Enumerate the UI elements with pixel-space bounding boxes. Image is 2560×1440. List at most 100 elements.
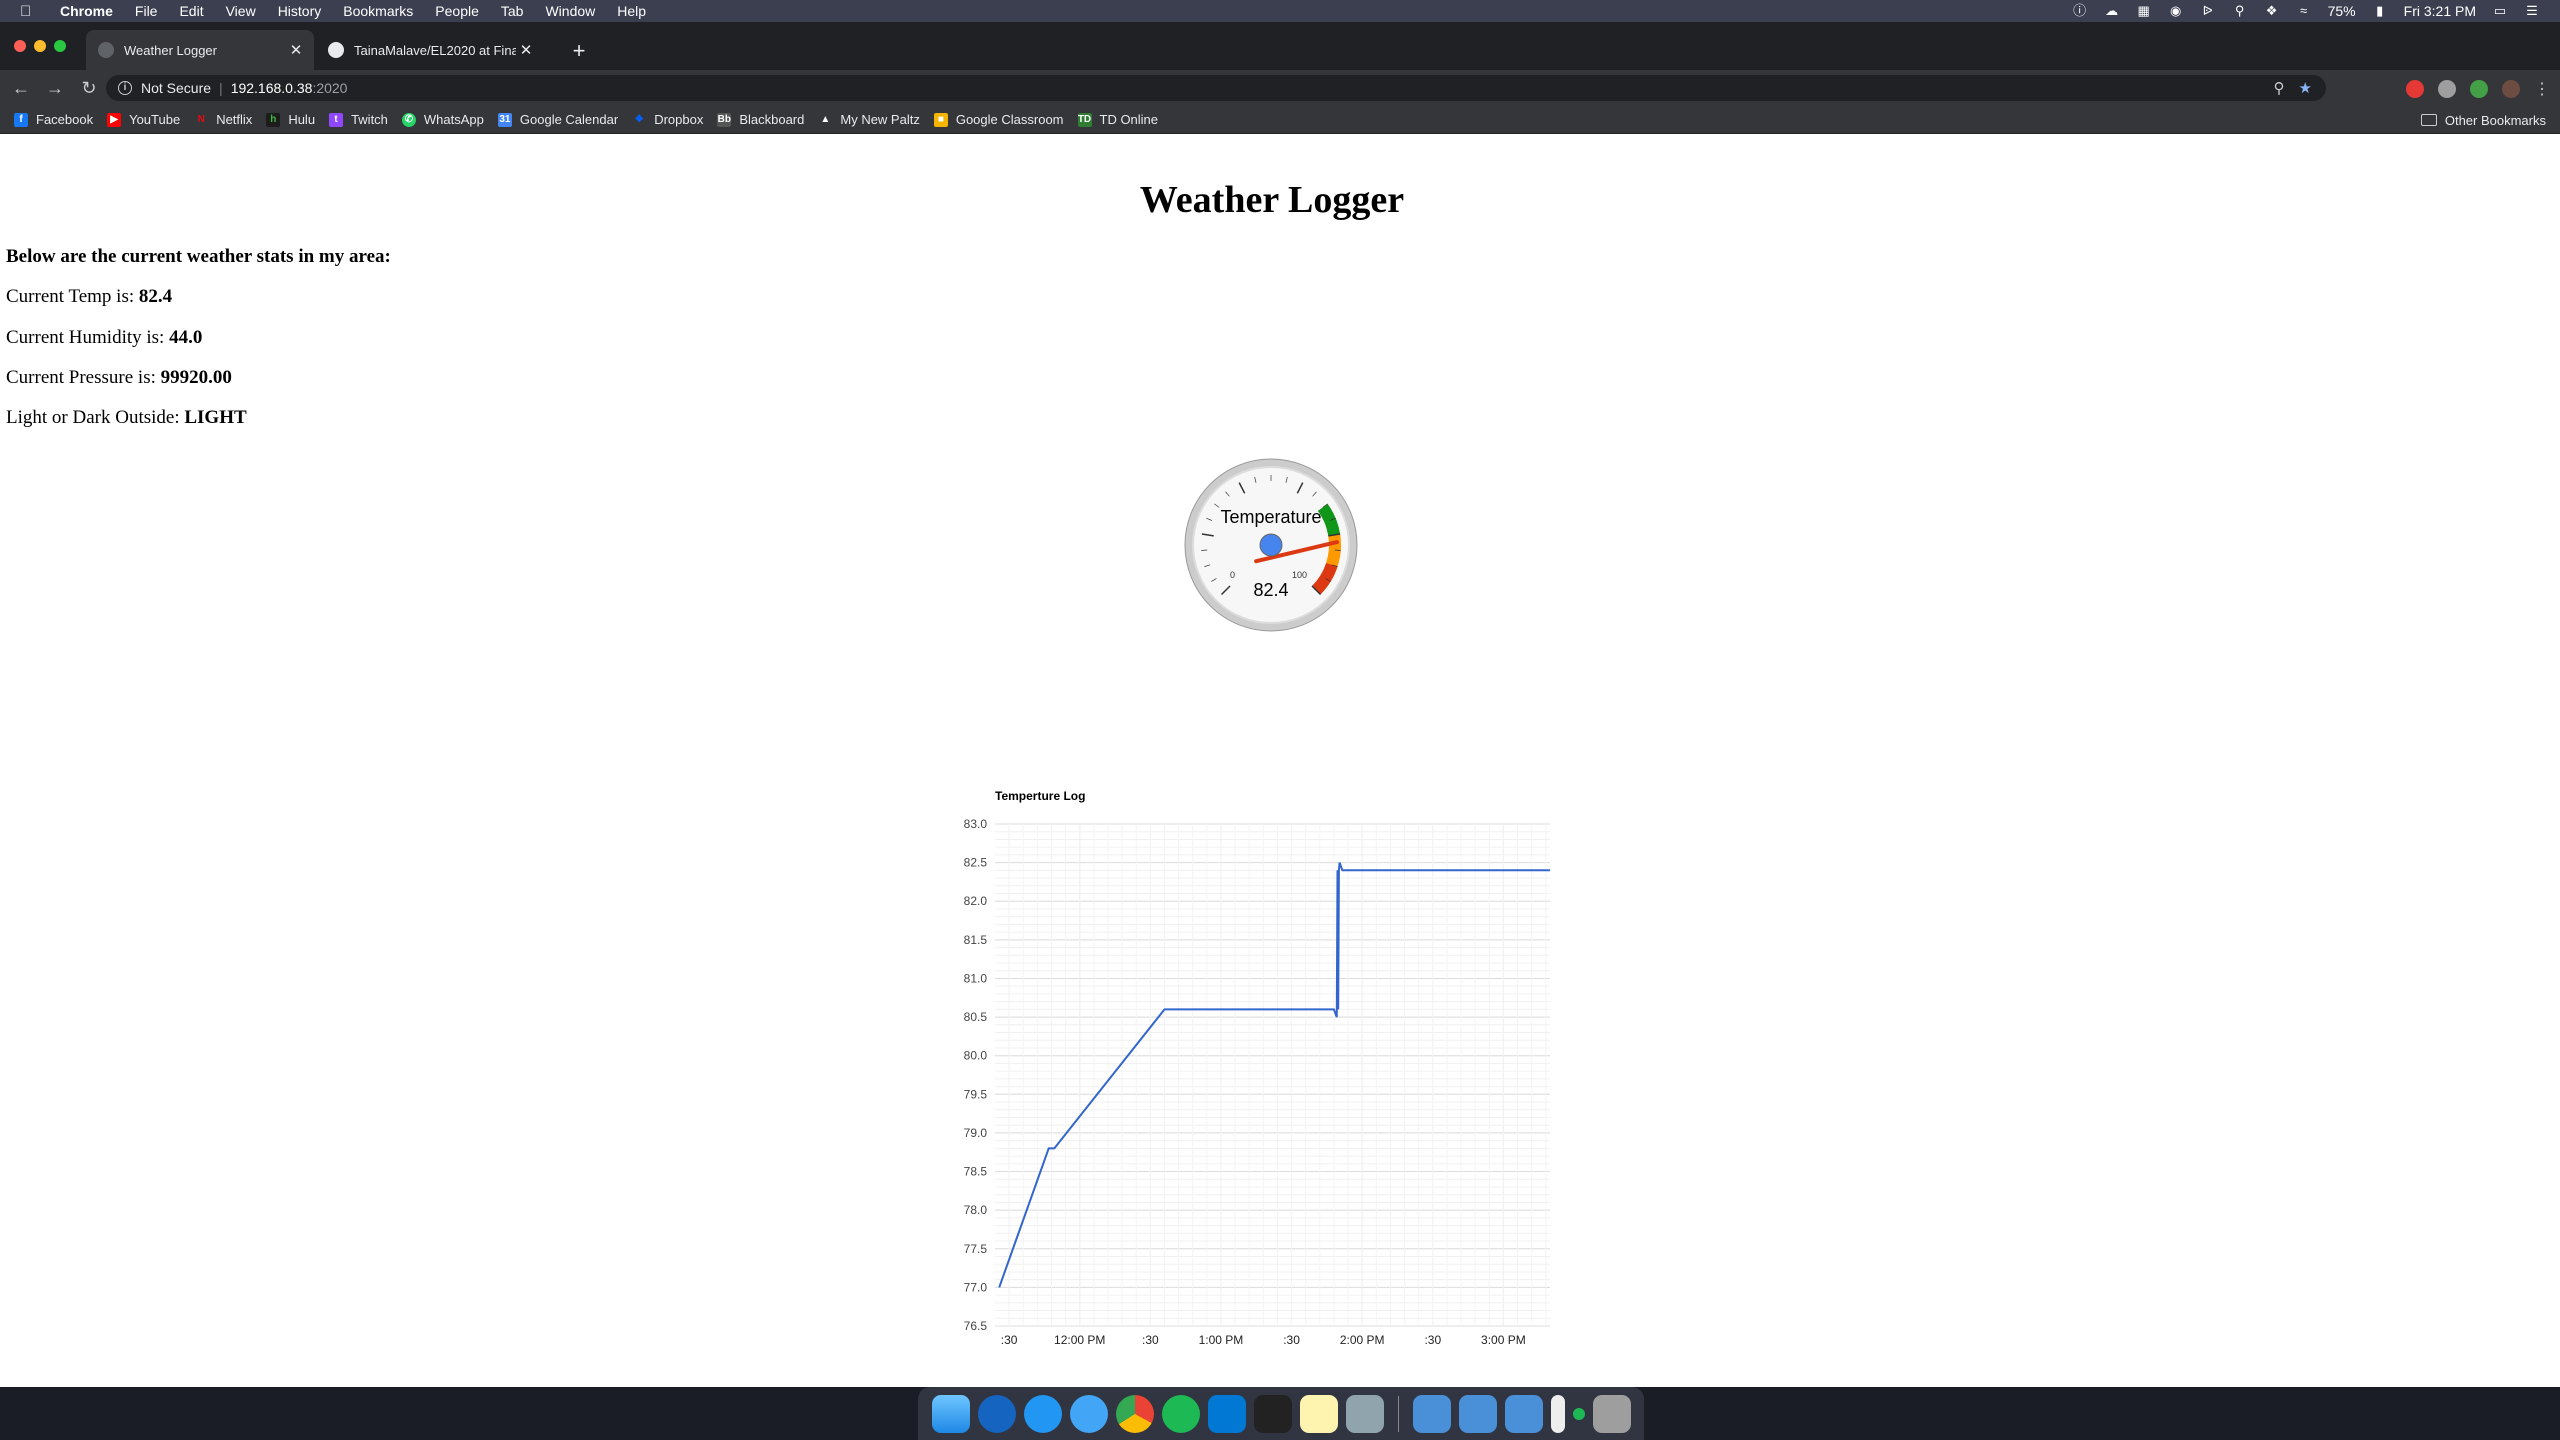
page-title: Weather Logger	[1139, 179, 1405, 221]
document-icon[interactable]	[1550, 1394, 1565, 1433]
menu-history[interactable]: History	[278, 3, 322, 19]
downloads-folder-icon[interactable]	[1504, 1394, 1543, 1433]
bookmark-dropbox[interactable]: ❖ Dropbox	[632, 112, 704, 127]
tab-title: TainaMalave/EL2020 at Final	[354, 42, 516, 58]
terminal-icon[interactable]	[1253, 1394, 1292, 1433]
cloud-icon[interactable]: ☁	[2104, 4, 2120, 18]
menu-tab[interactable]: Tab	[501, 3, 524, 19]
more-menu-icon[interactable]: ⋮	[2534, 79, 2550, 99]
menu-bookmarks[interactable]: Bookmarks	[343, 3, 413, 19]
menu-people[interactable]: People	[435, 3, 479, 19]
bookmark-netflix[interactable]: N Netflix	[194, 112, 253, 127]
chart-x-tick-label: 12:00 PM	[1054, 1333, 1105, 1347]
chart-y-tick-label: 79.5	[964, 1087, 988, 1101]
extension-red-icon[interactable]	[2406, 80, 2424, 98]
chart-y-tick-label: 82.0	[964, 894, 988, 908]
bookmark-hulu[interactable]: h Hulu	[266, 112, 315, 127]
vscode-icon[interactable]	[1207, 1394, 1246, 1433]
chart-y-tick-label: 80.0	[964, 1049, 988, 1063]
profile-avatar[interactable]	[2502, 80, 2520, 98]
menu-window[interactable]: Window	[545, 3, 595, 19]
new-tab-button[interactable]: +	[568, 40, 590, 62]
display-icon[interactable]: ▭	[2492, 4, 2508, 18]
not-secure-label[interactable]: Not Secure	[141, 80, 211, 96]
dropbox-icon[interactable]: ❖	[2264, 4, 2280, 18]
gauge-value-text: 82.4	[1253, 580, 1288, 600]
password-manager-icon[interactable]: ⓘ	[2072, 4, 2088, 18]
address-bar[interactable]: i Not Secure | 192.168.0.38 :2020 ⚲ ★	[106, 75, 2326, 101]
pressure-value: 99920.00	[160, 367, 232, 388]
grid-icon[interactable]: ▦	[2136, 4, 2152, 18]
tab-bar: Weather Logger ✕ TainaMalave/EL2020 at F…	[0, 22, 2560, 70]
wifi-icon[interactable]: ≈	[2296, 4, 2312, 18]
other-bookmarks-label: Other Bookmarks	[2444, 112, 2546, 128]
chart-y-tick-label: 79.0	[964, 1126, 988, 1140]
bookmark-facebook[interactable]: f Facebook	[14, 112, 93, 127]
close-window-button[interactable]	[14, 40, 26, 52]
chrome-icon[interactable]	[1115, 1394, 1154, 1433]
pressure-label: Current Pressure is:	[6, 367, 161, 388]
chart-series-line	[998, 862, 1550, 1288]
chart-y-tick-label: 78.0	[964, 1203, 988, 1217]
zoom-window-button[interactable]	[54, 40, 66, 52]
notification-center-icon[interactable]: ☰	[2524, 4, 2540, 18]
bookmark-google-calendar[interactable]: 31 Google Calendar	[497, 112, 618, 127]
preview-icon[interactable]	[1345, 1394, 1384, 1433]
web-page: Weather Logger Below are the current wea…	[0, 134, 2560, 1387]
address-divider: |	[219, 80, 223, 96]
finder-icon[interactable]	[931, 1394, 970, 1433]
bookmark-whatsapp[interactable]: ✆ WhatsApp	[401, 112, 484, 127]
extension-gray-icon[interactable]	[2438, 80, 2456, 98]
menu-file[interactable]: File	[135, 3, 158, 19]
extension-green-icon[interactable]	[2470, 80, 2488, 98]
tab-github[interactable]: TainaMalave/EL2020 at Final ✕	[316, 30, 544, 70]
bookmark-youtube[interactable]: ▶ YouTube	[107, 112, 180, 127]
search-icon[interactable]: ⚲	[2232, 4, 2248, 18]
browser-window: Weather Logger ✕ TainaMalave/EL2020 at F…	[0, 22, 2560, 1387]
humidity-label: Current Humidity is:	[6, 327, 170, 348]
bookmark-my-new-paltz[interactable]: ▲ My New Paltz	[818, 112, 919, 127]
folder-icon[interactable]	[1412, 1394, 1451, 1433]
applications-folder-icon[interactable]	[1458, 1394, 1497, 1433]
chart-y-tick-label: 76.5	[964, 1319, 988, 1333]
1password-icon[interactable]	[977, 1394, 1016, 1433]
zoom-icon[interactable]: ⚲	[2274, 79, 2285, 97]
minimize-window-button[interactable]	[34, 40, 46, 52]
battery-percent[interactable]: 75%	[2328, 3, 2356, 19]
bookmark-twitch[interactable]: t Twitch	[329, 112, 388, 127]
bookmark-td-online[interactable]: TD TD Online	[1077, 112, 1158, 127]
other-bookmarks[interactable]: Other Bookmarks	[2420, 106, 2546, 134]
forward-arrow-icon[interactable]: →	[42, 75, 68, 101]
menu-edit[interactable]: Edit	[179, 3, 203, 19]
spotify-status-icon[interactable]: ◉	[2168, 4, 2184, 18]
chart-x-tick-label: :30	[1283, 1333, 1300, 1347]
app-store-icon[interactable]	[1023, 1394, 1062, 1433]
bookmark-google-classroom[interactable]: ■ Google Classroom	[933, 112, 1064, 127]
tab-weather-logger[interactable]: Weather Logger ✕	[86, 30, 314, 70]
bookmark-label: Google Classroom	[955, 112, 1064, 127]
info-icon[interactable]: i	[118, 81, 132, 95]
spotify-mini-icon[interactable]	[1572, 1407, 1585, 1420]
close-icon[interactable]: ✕	[516, 41, 536, 59]
apple-icon[interactable]: 	[20, 3, 38, 20]
bookmark-label: WhatsApp	[423, 112, 484, 127]
spotify-icon[interactable]	[1161, 1394, 1200, 1433]
notes-icon[interactable]	[1299, 1394, 1338, 1433]
menubar-clock[interactable]: Fri 3:21 PM	[2404, 3, 2476, 19]
menu-view[interactable]: View	[226, 3, 256, 19]
menu-help[interactable]: Help	[617, 3, 646, 19]
folder-icon	[2420, 114, 2437, 126]
messages-icon[interactable]	[1069, 1394, 1108, 1433]
bluetooth-icon[interactable]: ᐉ	[2200, 4, 2216, 18]
close-icon[interactable]: ✕	[286, 41, 306, 59]
light-stat: Light or Dark Outside: LIGHT	[6, 407, 247, 429]
menu-chrome[interactable]: Chrome	[60, 3, 113, 19]
bookmark-star-icon[interactable]: ★	[2299, 79, 2312, 97]
back-arrow-icon[interactable]: ←	[8, 75, 34, 101]
bookmark-label: YouTube	[129, 112, 181, 127]
bookmark-blackboard[interactable]: Bb Blackboard	[717, 112, 804, 127]
pressure-stat: Current Pressure is: 99920.00	[6, 367, 232, 389]
battery-icon[interactable]: ▮	[2372, 4, 2388, 18]
reload-icon[interactable]: ↻	[76, 75, 102, 101]
trash-icon[interactable]	[1592, 1394, 1631, 1433]
